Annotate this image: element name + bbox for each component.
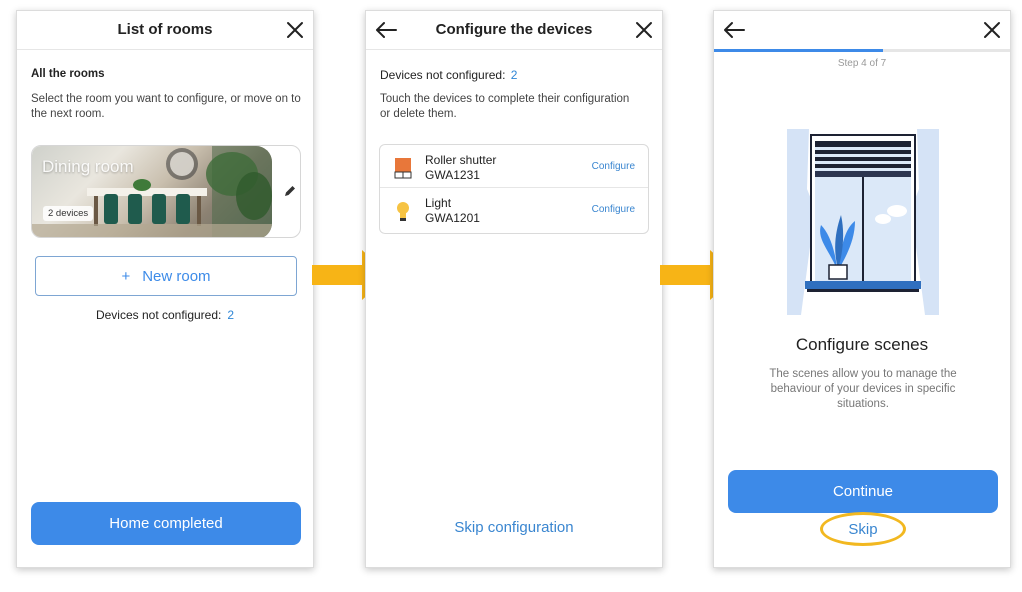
device-code: GWA1201 <box>425 211 480 225</box>
header: Configure the devices <box>366 11 662 50</box>
edit-icon[interactable] <box>283 184 297 198</box>
section-heading: All the rooms <box>31 68 105 80</box>
progress-bar <box>714 49 1010 52</box>
close-icon[interactable] <box>285 20 305 40</box>
devices-not-configured-count: 2 <box>227 308 235 322</box>
home-completed-button[interactable]: Home completed <box>31 502 301 545</box>
device-row-roller-shutter[interactable]: Roller shutter GWA1231 Configure <box>380 147 648 188</box>
new-room-label: New room <box>142 267 211 285</box>
devices-not-configured: Devices not configured: 2 <box>17 308 313 322</box>
devices-not-configured-count: 2 <box>510 68 518 82</box>
device-count-badge: 2 devices <box>43 206 94 221</box>
devices-not-configured: Devices not configured: 2 <box>380 68 517 82</box>
device-list: Roller shutter GWA1231 Configure Light G… <box>379 144 649 234</box>
screen-configure-devices: Configure the devices Devices not config… <box>365 10 663 568</box>
room-photo: Dining room 2 devices <box>32 146 272 237</box>
light-bulb-icon <box>397 202 409 221</box>
header: List of rooms <box>17 11 313 50</box>
scene-title: Configure scenes <box>795 335 929 354</box>
devices-not-configured-label: Devices not configured: <box>95 308 222 322</box>
close-icon[interactable] <box>634 20 654 40</box>
skip-link[interactable]: Skip <box>848 521 877 538</box>
instructions-text: Select the room you want to configure, o… <box>31 93 301 120</box>
devices-not-configured-label: Devices not configured: <box>380 68 506 82</box>
back-arrow-icon[interactable] <box>722 20 746 40</box>
device-row-light[interactable]: Light GWA1201 Configure <box>380 190 648 231</box>
continue-button[interactable]: Continue <box>728 470 998 513</box>
roller-shutter-icon <box>394 158 412 179</box>
configure-link[interactable]: Configure <box>592 204 635 215</box>
scene-description: The scenes allow you to manage the behav… <box>769 368 957 410</box>
plus-icon: + <box>121 267 131 285</box>
header <box>714 11 1010 50</box>
page-title: Configure the devices <box>435 21 593 38</box>
window-scene-illustration <box>787 129 939 315</box>
skip-configuration-link[interactable]: Skip configuration <box>366 519 662 536</box>
new-room-button[interactable]: + New room <box>35 256 297 296</box>
device-name: Light <box>425 196 452 210</box>
page-title: List of rooms <box>117 21 213 38</box>
instructions-text: Touch the devices to complete their conf… <box>380 93 630 120</box>
skip-highlight[interactable]: Skip <box>820 512 906 546</box>
room-name: Dining room <box>42 157 134 176</box>
close-icon[interactable] <box>982 20 1002 40</box>
screen-configure-scenes: Step 4 of 7 Configure scenes The scenes … <box>713 10 1011 568</box>
device-name: Roller shutter <box>425 153 497 167</box>
device-code: GWA1231 <box>425 168 480 182</box>
room-card[interactable]: Dining room 2 devices <box>31 145 301 238</box>
step-indicator: Step 4 of 7 <box>837 58 887 69</box>
configure-link[interactable]: Configure <box>592 161 635 172</box>
progress-fill <box>714 49 883 52</box>
screen-list-of-rooms: List of rooms All the rooms Select the r… <box>16 10 314 568</box>
